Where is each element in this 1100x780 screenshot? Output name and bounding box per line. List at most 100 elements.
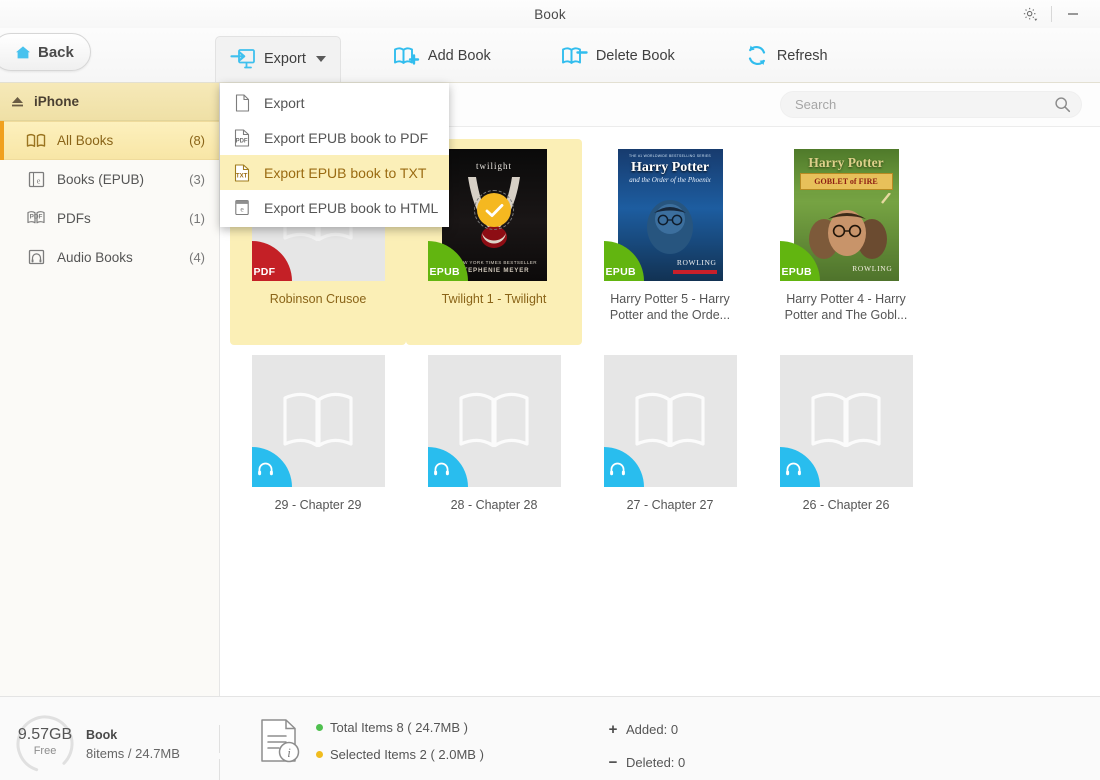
cover-author-text: ROWLING <box>852 264 893 273</box>
menu-item-export-label: Export <box>264 94 305 111</box>
format-badge-label: EPUB <box>781 266 812 278</box>
file-icon <box>232 93 252 113</box>
toolbar-add-book-button[interactable]: Add Book <box>379 33 505 78</box>
title-bar: Book <box>0 0 1100 28</box>
toolbar-delete-book-button[interactable]: Delete Book <box>547 33 689 78</box>
total-items-dot <box>316 723 323 731</box>
sidebar-item-audio-books[interactable]: Audio Books (4) <box>0 238 219 277</box>
chevron-down-icon[interactable] <box>315 56 326 62</box>
svg-text:PDF: PDF <box>30 214 43 221</box>
disk-size: 9.57GB <box>17 726 73 743</box>
cover-imprint-bar <box>672 270 717 274</box>
format-badge-label: EPUB <box>605 266 636 278</box>
home-icon <box>16 45 30 58</box>
item-counts: i Total Items 8 ( 24.7MB ) Selected Item… <box>258 717 484 764</box>
book-title: 26 - Chapter 26 <box>802 498 890 512</box>
minimize-icon <box>1068 13 1078 15</box>
menu-item-export[interactable]: Export <box>220 85 449 120</box>
book-item[interactable]: Harry Potter GOBLET of FIRE ROWLING EPUB… <box>758 139 934 345</box>
book-item[interactable]: 28 - Chapter 28 <box>406 345 582 551</box>
disk-free-label: Free <box>33 745 57 757</box>
placeholder-book-icon <box>459 392 529 448</box>
book-item[interactable]: 29 - Chapter 29 <box>230 345 406 551</box>
cover-title-text: Harry Potter <box>808 155 884 170</box>
minus-icon: − <box>608 754 618 771</box>
book-thumbnail <box>251 355 385 487</box>
check-icon <box>485 203 503 217</box>
search-input[interactable] <box>795 97 1054 112</box>
sidebar-device-iphone[interactable]: iPhone <box>0 83 219 121</box>
sidebar-item-books-epub-label: Books (EPUB) <box>57 171 145 187</box>
added-deleted-counts: + Added: 0 − Deleted: 0 <box>608 721 686 771</box>
menu-item-export-txt-label: Export EPUB book to TXT <box>264 164 427 181</box>
toolbar-refresh-button[interactable]: Refresh <box>731 33 842 78</box>
total-items-row: Total Items 8 ( 24.7MB ) <box>316 720 484 735</box>
toolbar-refresh-label: Refresh <box>776 47 828 64</box>
sidebar-item-pdfs[interactable]: PDF PDFs (1) <box>0 199 219 238</box>
book-item[interactable]: THE #1 WORLDWIDE BESTSELLING SERIES Harr… <box>582 139 758 345</box>
back-button-label: Back <box>38 43 74 61</box>
back-button[interactable]: Back <box>0 33 91 71</box>
headphones-icon <box>604 462 626 487</box>
refresh-icon <box>748 45 765 65</box>
status-bar: 9.57GB Free Book 8items / 24.7MB i Total… <box>0 696 1100 780</box>
svg-text:PDF: PDF <box>236 138 248 144</box>
status-category: Book <box>86 727 118 742</box>
book-title: Twilight 1 - Twilight <box>441 292 547 306</box>
book-thumbnail <box>427 355 561 487</box>
disk-ring-text: 9.57GB Free <box>14 726 76 757</box>
cover-author-text: ROWLING <box>676 258 717 267</box>
sidebar-item-all-books-label: All Books <box>57 133 114 148</box>
gear-icon <box>1023 7 1037 21</box>
sidebar: iPhone All Books (8) e Books (EPUB) (3) … <box>0 83 220 696</box>
document-info-icon: i <box>261 719 300 763</box>
settings-button[interactable] <box>1013 1 1047 27</box>
html-file-icon: e <box>232 198 252 218</box>
book-title: 28 - Chapter 28 <box>450 498 538 512</box>
added-label: Added: 0 <box>626 722 679 737</box>
svg-text:e: e <box>36 175 40 185</box>
sidebar-item-books-epub-count: (3) <box>189 171 205 187</box>
toolbar-export-button[interactable]: Export <box>215 35 341 82</box>
sidebar-item-books-epub[interactable]: e Books (EPUB) (3) <box>0 160 219 199</box>
book-item[interactable]: 27 - Chapter 27 <box>582 345 758 551</box>
eject-icon <box>12 97 23 107</box>
sidebar-item-audio-books-count: (4) <box>189 249 205 265</box>
selected-check-badge[interactable] <box>474 190 514 230</box>
headphones-icon <box>252 462 274 487</box>
menu-item-export-txt[interactable]: TXT Export EPUB book to TXT <box>220 155 449 190</box>
format-badge-label: PDF <box>253 266 276 278</box>
window-controls <box>1013 0 1090 28</box>
toolbar-export-label: Export <box>264 51 306 67</box>
sidebar-device-label: iPhone <box>34 94 80 109</box>
search-box[interactable] <box>780 91 1082 118</box>
cover-title-text: twilight <box>475 161 512 171</box>
sidebar-item-audio-books-label: Audio Books <box>57 249 133 265</box>
book-title: Harry Potter 5 - Harry Potter and the Or… <box>609 292 731 322</box>
export-monitor-icon <box>230 49 255 69</box>
export-dropdown-menu: Export PDF Export EPUB book to PDF TXT E… <box>220 83 449 227</box>
sidebar-item-pdfs-label: PDFs <box>57 210 91 226</box>
book-thumbnail <box>779 355 913 487</box>
book-thumbnail: Harry Potter GOBLET of FIRE ROWLING EPUB <box>779 149 913 281</box>
format-badge-audio <box>427 447 468 487</box>
app-window: Book Back Export Add Book Delete Book Re… <box>0 0 1100 780</box>
deleted-row: − Deleted: 0 <box>608 754 686 771</box>
headphones-icon <box>428 462 450 487</box>
status-separator-2 <box>219 759 220 780</box>
toolbar-add-book-label: Add Book <box>427 47 491 64</box>
cover-title-text: Harry Potter <box>630 160 710 175</box>
book-title: Robinson Crusoe <box>269 292 367 306</box>
menu-item-export-pdf[interactable]: PDF Export EPUB book to PDF <box>220 120 449 155</box>
total-items-label: Total Items 8 ( 24.7MB ) <box>330 719 468 735</box>
placeholder-book-icon <box>635 392 705 448</box>
sidebar-item-all-books[interactable]: All Books (8) <box>0 121 219 160</box>
search-icon[interactable] <box>1054 96 1071 113</box>
book-item[interactable]: 26 - Chapter 26 <box>758 345 934 551</box>
count-lines: Total Items 8 ( 24.7MB ) Selected Items … <box>316 720 484 762</box>
menu-item-export-html[interactable]: e Export EPUB book to HTML <box>220 190 449 225</box>
menu-item-export-html-label: Export EPUB book to HTML <box>264 199 439 216</box>
audio-book-icon <box>25 248 47 266</box>
minimize-button[interactable] <box>1056 1 1090 27</box>
format-badge-audio <box>603 447 644 487</box>
